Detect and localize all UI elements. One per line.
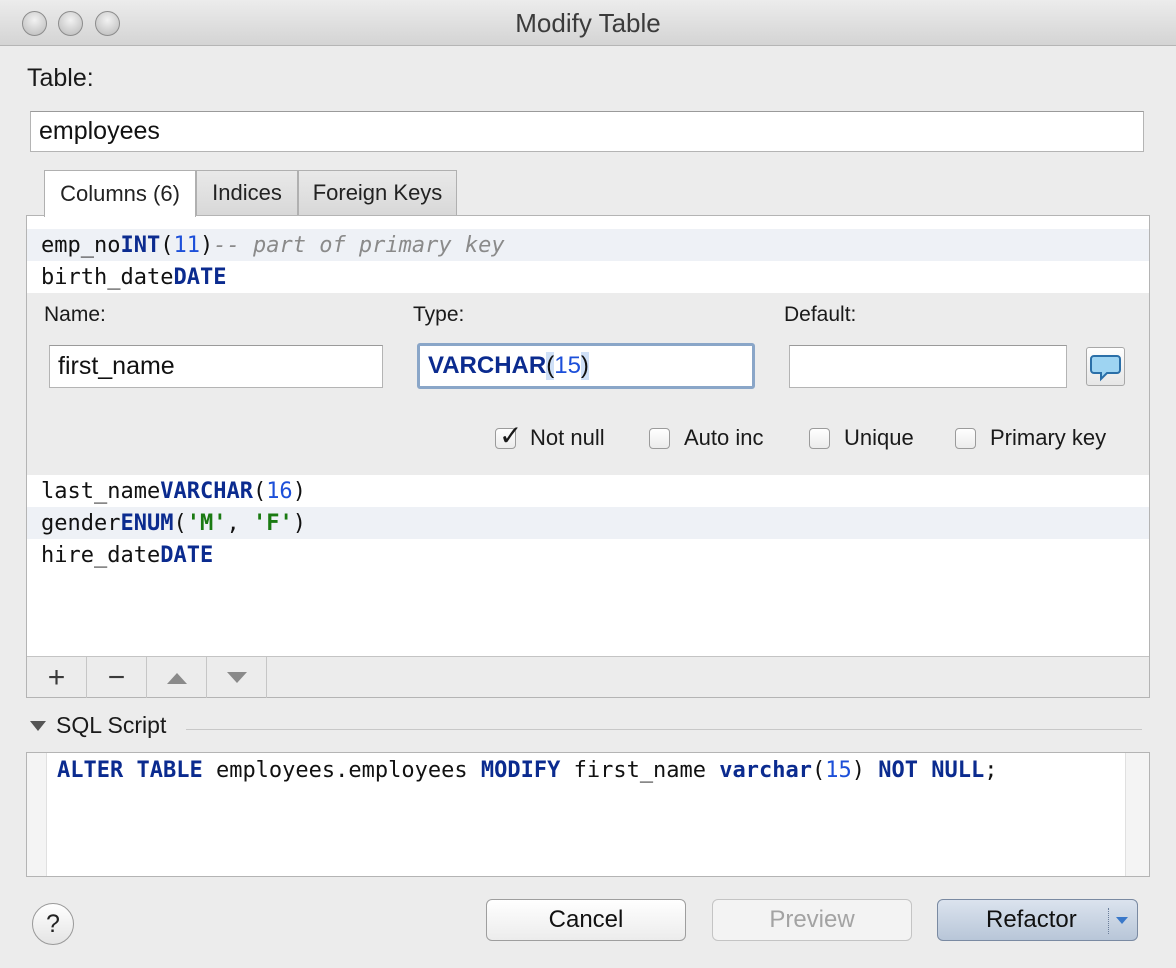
tab-indices[interactable]: Indices [196, 170, 298, 215]
auto-inc-checkbox[interactable]: Auto inc [649, 425, 764, 451]
move-up-button[interactable] [147, 657, 207, 698]
disclosure-triangle-icon [30, 720, 46, 731]
columns-toolbar: + − [27, 656, 1149, 698]
cancel-button[interactable]: Cancel [486, 899, 686, 941]
arrow-down-icon [226, 671, 247, 683]
arrow-up-icon [166, 672, 187, 684]
column-default-input[interactable] [789, 345, 1067, 388]
primary-key-checkbox[interactable]: Primary key [955, 425, 1106, 451]
tab-foreign-keys[interactable]: Foreign Keys [298, 170, 457, 215]
default-label: Default: [784, 303, 857, 326]
sql-script-label: SQL Script [56, 712, 167, 738]
speech-bubble-icon [1090, 355, 1121, 382]
tab-columns[interactable]: Columns (6) [44, 170, 196, 217]
sql-scrollbar[interactable] [1125, 753, 1149, 876]
column-name-input[interactable]: first_name [49, 345, 383, 388]
window-title: Modify Table [515, 8, 661, 38]
column-row[interactable]: gender ENUM('M', 'F') [27, 507, 1149, 539]
sql-statement: ALTER TABLE employees.employees MODIFY f… [57, 758, 998, 783]
column-row[interactable]: last_name VARCHAR(16) [27, 475, 1149, 507]
sql-script-section-toggle[interactable]: SQL Script [30, 712, 166, 739]
not-null-checkbox[interactable]: ✓ Not null [495, 420, 605, 451]
type-label: Type: [413, 303, 465, 326]
remove-column-button[interactable]: − [87, 657, 147, 698]
sql-script-editor[interactable]: ALTER TABLE employees.employees MODIFY f… [26, 752, 1150, 877]
column-row[interactable]: hire_date DATE [27, 539, 1149, 571]
move-down-button[interactable] [207, 657, 267, 698]
sql-gutter [27, 753, 47, 876]
comment-button[interactable] [1086, 347, 1125, 386]
table-name-input[interactable]: employees [30, 111, 1144, 152]
section-divider [186, 729, 1142, 730]
column-editor: Name: Type: Default: first_name VARCHAR(… [27, 293, 1149, 475]
preview-button[interactable]: Preview [712, 899, 912, 941]
column-row[interactable]: emp_no INT(11) -- part of primary key [27, 229, 1149, 261]
add-column-button[interactable]: + [27, 657, 87, 698]
refactor-label: Refactor [986, 906, 1077, 933]
column-row[interactable]: birth_date DATE [27, 261, 1149, 293]
title-bar: Modify Table [0, 0, 1176, 46]
column-type-input[interactable]: VARCHAR(15) [417, 343, 755, 389]
name-label: Name: [44, 303, 106, 326]
table-label: Table: [27, 64, 94, 92]
help-button[interactable]: ? [32, 903, 74, 945]
refactor-button[interactable]: Refactor [937, 899, 1138, 941]
checkmark-icon: ✓ [499, 419, 523, 451]
dropdown-arrow-icon[interactable] [1115, 916, 1129, 926]
columns-panel: emp_no INT(11) -- part of primary key bi… [26, 215, 1150, 698]
unique-checkbox[interactable]: Unique [809, 425, 914, 451]
